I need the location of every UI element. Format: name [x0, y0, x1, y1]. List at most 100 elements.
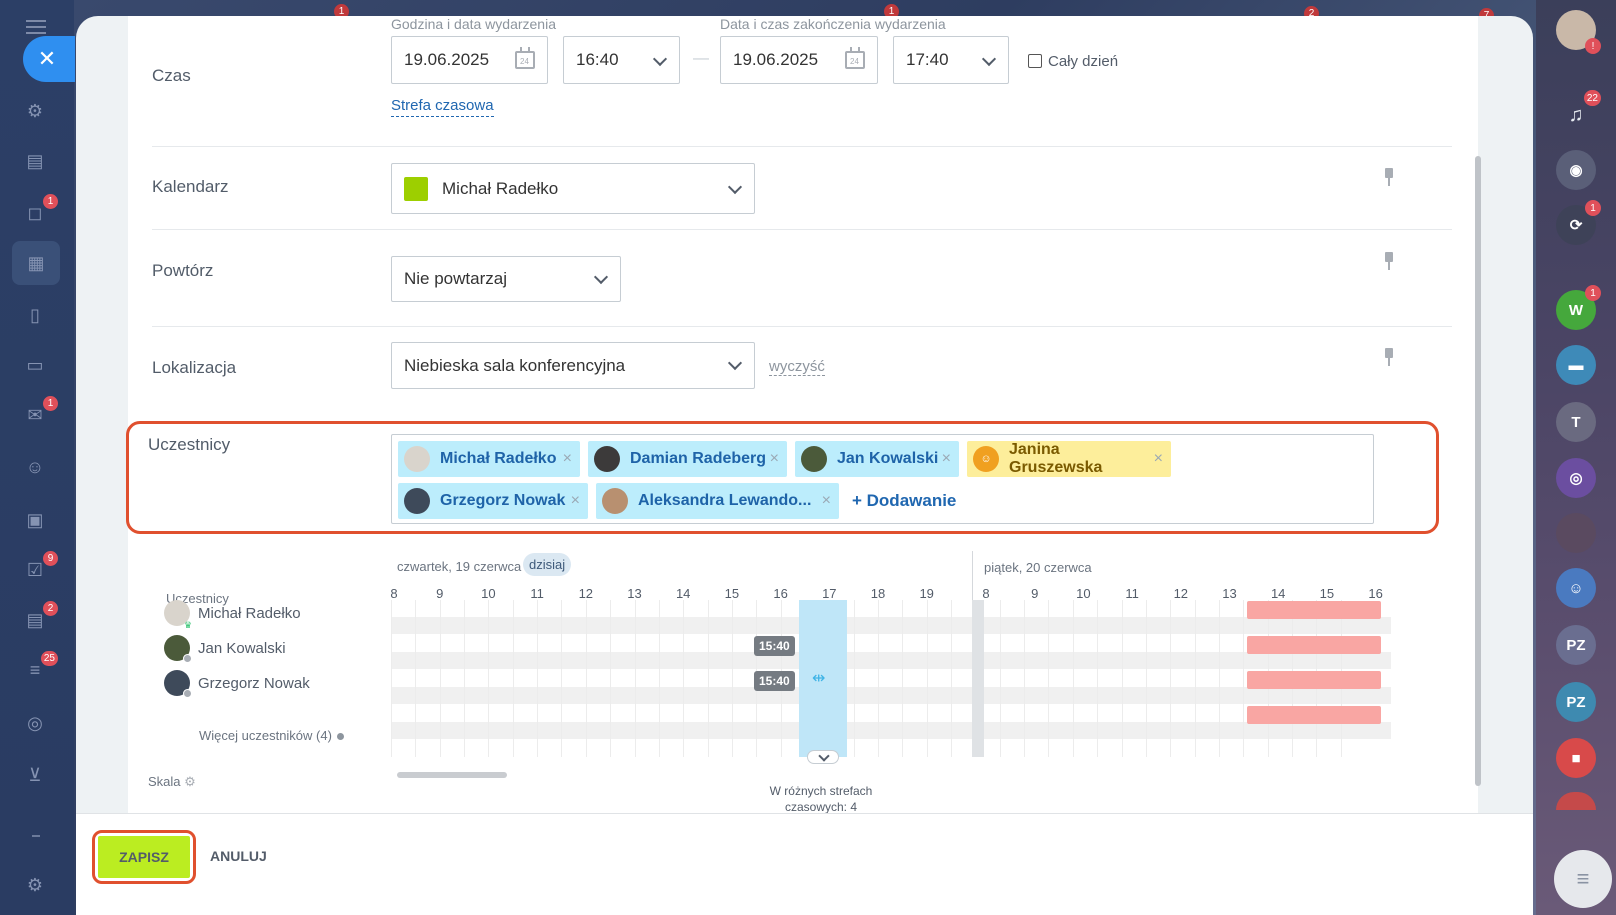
calendar-icon[interactable]: ▦ [12, 241, 60, 285]
participants-label: Uczestnicy [148, 435, 231, 454]
target-icon[interactable]: ◎ [20, 708, 50, 738]
end-caption: Data i czas zakończenia wydarzenia [720, 16, 946, 32]
participants-tag-box[interactable]: Michał Radełko × Damian Radeberg × Jan K… [391, 434, 1374, 524]
remove-icon[interactable]: × [770, 450, 779, 468]
document-icon[interactable]: ▯ [20, 300, 50, 330]
end-date-value: 19.06.2025 [733, 50, 819, 69]
feed-icon[interactable]: ▤ [20, 146, 50, 176]
avatar [164, 670, 192, 698]
timezone-link[interactable]: Strefa czasowa [391, 97, 494, 117]
all-day-checkbox[interactable] [1028, 54, 1042, 68]
repeat-label: Powtórz [152, 261, 214, 280]
presentation-icon[interactable]: ▣ [20, 505, 50, 535]
end-date-field[interactable]: 19.06.2025 24 [720, 36, 878, 84]
group-photo-avatar[interactable] [1556, 513, 1596, 553]
calendar-select[interactable]: Michał Radełko [391, 163, 755, 214]
settings-gear-icon[interactable]: ⚙ [20, 870, 50, 900]
status-dot [183, 689, 192, 698]
tasks-icon[interactable]: ☑ 9 [20, 551, 58, 585]
save-button[interactable]: ZAPISZ [98, 836, 190, 878]
pin-icon[interactable] [1384, 168, 1394, 186]
expand-planner-button[interactable] [807, 750, 839, 764]
people-group-icon[interactable]: ☺ [1556, 568, 1596, 608]
participant-tag-external[interactable]: ☺ Janina Gruszewska × [967, 441, 1171, 477]
clear-location-link[interactable]: wyczyść [769, 358, 825, 376]
repeat-select[interactable]: Nie powtarzaj [391, 256, 621, 302]
grid-column [1243, 600, 1245, 757]
start-time-select[interactable]: 16:40 [563, 36, 680, 84]
grid-column [1121, 600, 1123, 757]
user-avatar[interactable]: ! [1556, 10, 1601, 54]
planner-grid[interactable] [391, 600, 1391, 757]
all-day-label[interactable]: Cały dzień [1048, 53, 1118, 70]
grid-column [415, 600, 417, 757]
remove-icon[interactable]: × [942, 450, 951, 468]
palette-icon[interactable]: ⚙ [20, 96, 50, 126]
groups-icon[interactable]: ☺ [20, 452, 50, 482]
grid-column [1218, 600, 1220, 757]
add-participant-link[interactable]: + Dodawanie [852, 491, 956, 511]
pz-avatar[interactable]: PZ [1556, 625, 1596, 665]
more-icon[interactable] [1556, 792, 1596, 810]
hamburger-menu-icon[interactable] [26, 20, 46, 34]
gear-icon[interactable]: ⚙ [184, 774, 196, 789]
participant-tag-name: Damian Radeberg [630, 450, 767, 467]
more-participants-link[interactable]: Więcej uczestników (4) [199, 728, 344, 743]
participant-tag[interactable]: Michał Radełko × [398, 441, 580, 477]
grid-column [391, 600, 392, 757]
participant-tag[interactable]: Grzegorz Nowak × [398, 483, 588, 519]
location-select[interactable]: Niebieska sala konferencyjna [391, 342, 755, 389]
chat-icon[interactable]: ◻ 1 [20, 194, 58, 228]
drag-resize-icon[interactable]: ⇹ [812, 668, 825, 688]
remove-icon[interactable]: × [822, 492, 831, 510]
pz-avatar[interactable]: PZ [1556, 682, 1596, 722]
calendar-picker-icon[interactable]: 24 [515, 47, 535, 69]
w-avatar-label: W [1568, 301, 1584, 319]
time-chip: 15:40 [754, 671, 795, 691]
hour-label: 11 [1125, 586, 1139, 601]
status-dot [183, 654, 192, 663]
remove-icon[interactable]: × [571, 492, 580, 510]
video-camera-icon[interactable]: ■ [1556, 738, 1596, 778]
pin-icon[interactable] [1384, 348, 1394, 366]
pin-icon[interactable] [1384, 252, 1394, 270]
notifications-bell-icon[interactable]: ♫ 22 [1556, 90, 1601, 135]
repeat-value: Nie powtarzaj [404, 269, 507, 288]
circle-app-icon[interactable]: ◎ [1556, 458, 1596, 498]
copilot-icon[interactable]: ◉ [1556, 150, 1596, 190]
participant-tag[interactable]: Damian Radeberg × [588, 441, 787, 477]
tl-avatar[interactable]: T [1556, 402, 1596, 442]
remove-icon[interactable]: × [1154, 450, 1163, 468]
remove-icon[interactable]: × [563, 450, 572, 468]
grid-column [512, 600, 514, 757]
chevron-down-icon [652, 51, 668, 67]
open-chat-list-icon[interactable]: ≡ [1554, 850, 1612, 908]
participant-tag[interactable]: Aleksandra Lewando... × [596, 483, 839, 519]
planner-horizontal-scrollbar[interactable] [397, 772, 507, 778]
chat-bubble-icon[interactable]: ▬ [1556, 345, 1596, 385]
cart-icon[interactable]: ⊻ [20, 760, 50, 790]
cancel-button[interactable]: ANULUJ [210, 848, 267, 864]
scale-label[interactable]: Skala ⚙ [148, 774, 196, 790]
sync-icon[interactable]: ⟳ 1 [1556, 200, 1601, 245]
close-slider-button[interactable]: ✕ [23, 36, 75, 82]
calendar-picker-icon[interactable]: 24 [845, 47, 865, 69]
start-date-field[interactable]: 19.06.2025 24 [391, 36, 548, 84]
hour-label: 9 [1031, 586, 1039, 601]
drive-icon[interactable]: ▭ [20, 350, 50, 380]
mail-icon[interactable]: ✉ 1 [20, 396, 58, 430]
w-avatar[interactable]: W1 [1556, 285, 1601, 330]
event-edit-panel: Czas Godzina i data wydarzenia Data i cz… [76, 16, 1533, 915]
hour-label: 16 [1368, 586, 1383, 601]
end-time-select[interactable]: 17:40 [893, 36, 1009, 84]
grid-row [391, 687, 1391, 704]
participant-tag-name: Aleksandra Lewando... [638, 492, 812, 509]
filter-icon[interactable]: ≡ 25 [20, 651, 58, 685]
contacts-icon[interactable]: ▤ 2 [20, 601, 58, 635]
hour-label: 19 [919, 586, 934, 601]
busy-slot [1247, 706, 1381, 724]
vertical-scrollbar[interactable] [1475, 156, 1481, 786]
planner-day2-label: piątek, 20 czerwca [984, 560, 1092, 575]
participant-tag[interactable]: Jan Kowalski × [795, 441, 959, 477]
hour-label: 13 [627, 586, 642, 601]
